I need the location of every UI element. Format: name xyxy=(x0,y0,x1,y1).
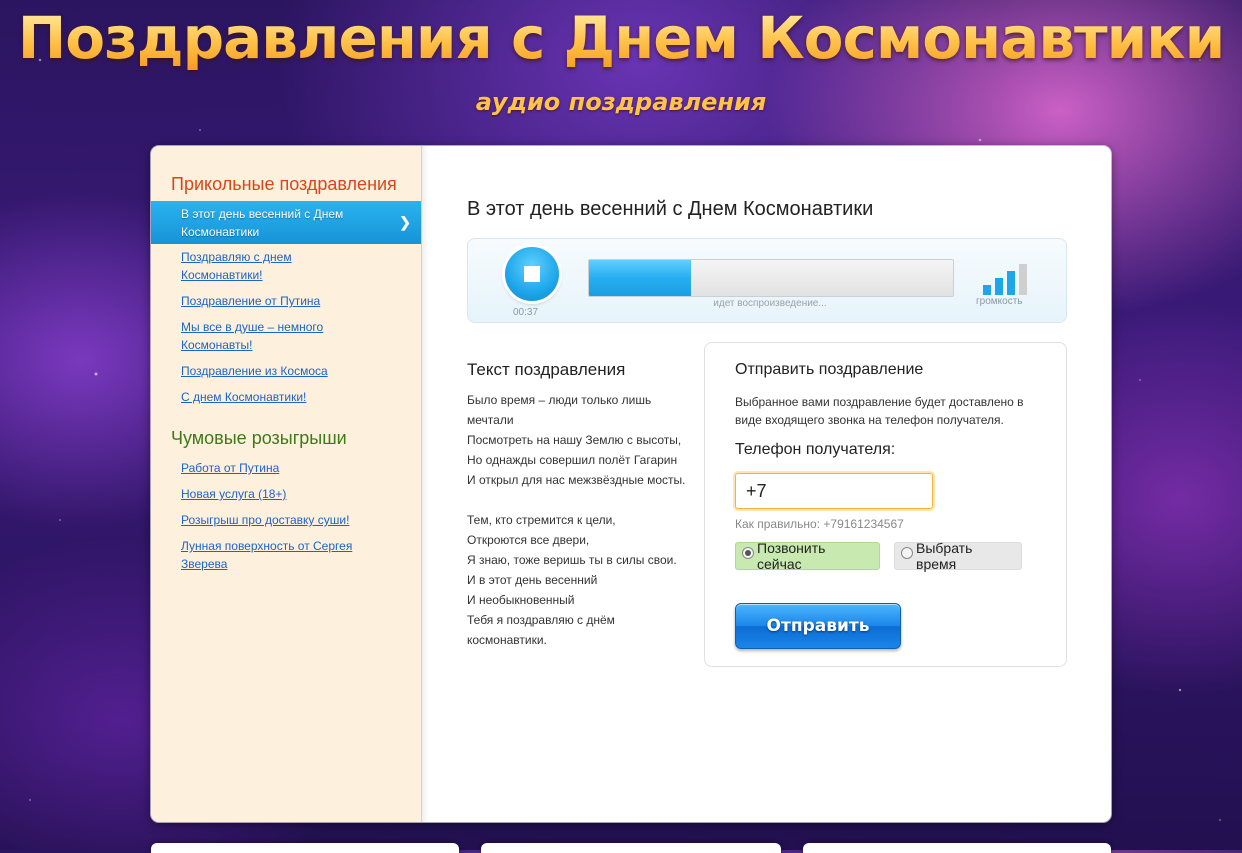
site-subtitle: аудио поздравления xyxy=(475,88,767,116)
sidebar-link[interactable]: Мы все в душе – немного Космонавты! xyxy=(181,320,323,352)
call-now-option[interactable]: Позвонить сейчас xyxy=(735,540,880,572)
audio-player: 00:37 идет воспроизведение... громкость xyxy=(467,238,1067,323)
lyrics-line: И необыкновенный xyxy=(467,593,575,607)
sidebar-link[interactable]: Поздравляю с днем Космонавтики! xyxy=(181,250,292,282)
submit-button[interactable]: Отправить xyxy=(735,603,901,649)
chevron-right-icon: ❯ xyxy=(399,214,411,230)
site-title: Поздравления с Днем Космонавтики xyxy=(0,4,1242,72)
sidebar-item[interactable]: Розыгрыш про доставку суши! xyxy=(151,507,421,533)
sidebar-item[interactable]: Новая услуга (18+) xyxy=(151,481,421,507)
volume-bar xyxy=(1007,271,1015,295)
phone-input[interactable] xyxy=(735,473,933,509)
lyrics-line: И в этот день весенний xyxy=(467,573,598,587)
sidebar-item[interactable]: Работа от Путина xyxy=(151,455,421,481)
sidebar-link[interactable]: Поздравление из Космоса xyxy=(181,364,328,378)
footer-tab xyxy=(481,843,781,853)
progress-fill xyxy=(589,260,691,296)
sidebar-list-pranks: Работа от Путина Новая услуга (18+) Розы… xyxy=(151,455,421,577)
volume-bar xyxy=(983,285,991,295)
sidebar-link[interactable]: С днем Космонавтики! xyxy=(181,390,306,404)
radio-icon xyxy=(742,547,754,559)
lyrics-heading: Текст поздравления xyxy=(467,360,626,379)
sidebar: Прикольные поздравления В этот день весе… xyxy=(151,146,429,822)
progress-bar[interactable] xyxy=(588,259,954,297)
stanza-gap xyxy=(467,490,697,510)
phone-hint: Как правильно: +79161234567 xyxy=(735,517,904,531)
sidebar-list-funny: В этот день весенний с Днем Космонавтики… xyxy=(151,201,421,410)
lyrics-line: Откроются все двери, xyxy=(467,533,590,547)
footer-tab xyxy=(151,843,459,853)
main-content: В этот день весенний с Днем Космонавтики… xyxy=(467,146,1067,822)
sidebar-link[interactable]: Работа от Путина xyxy=(181,461,279,475)
sidebar-link[interactable]: Новая услуга (18+) xyxy=(181,487,286,501)
playback-status: идет воспроизведение... xyxy=(713,298,827,309)
lyrics-line: И открыл для нас межзвёздные мосты. xyxy=(467,473,686,487)
content-panel: Прикольные поздравления В этот день весе… xyxy=(151,146,1111,822)
sidebar-item-active[interactable]: В этот день весенний с Днем Космонавтики… xyxy=(151,201,421,244)
volume-bar xyxy=(1019,264,1027,295)
sidebar-item[interactable]: Лунная поверхность от Сергея Зверева xyxy=(151,533,421,577)
sidebar-heading-funny: Прикольные поздравления xyxy=(171,174,397,194)
stop-icon xyxy=(524,266,540,282)
schedule-option[interactable]: Выбрать время xyxy=(894,540,1022,572)
radio-icon xyxy=(901,547,913,559)
lyrics-line: Тебя я поздравляю с днём космонавтики. xyxy=(467,613,615,647)
schedule-label: Выбрать время xyxy=(916,540,973,572)
phone-label: Телефон получателя: xyxy=(735,441,896,458)
sidebar-item[interactable]: С днем Космонавтики! xyxy=(151,384,421,410)
sidebar-link[interactable]: Лунная поверхность от Сергея Зверева xyxy=(181,539,352,571)
sidebar-link[interactable]: В этот день весенний с Днем Космонавтики xyxy=(181,207,343,239)
sidebar-item[interactable]: Поздравление от Путина xyxy=(151,288,421,314)
send-description: Выбранное вами поздравление будет достав… xyxy=(735,395,1024,427)
volume-control[interactable] xyxy=(983,261,1029,295)
playback-time: 00:37 xyxy=(513,307,539,318)
lyrics-text: Было время – люди только лишь мечтали По… xyxy=(467,390,697,650)
sidebar-link[interactable]: Розыгрыш про доставку суши! xyxy=(181,513,349,527)
lyrics-line: Было время – люди только лишь мечтали xyxy=(467,393,652,427)
lyrics-line: Тем, кто стремится к цели, xyxy=(467,513,616,527)
volume-label: громкость xyxy=(976,296,1023,307)
call-now-label: Позвонить сейчас xyxy=(757,540,826,572)
lyrics-line: Посмотреть на нашу Землю с высоты, xyxy=(467,433,682,447)
sidebar-item[interactable]: Мы все в душе – немного Космонавты! xyxy=(151,314,421,358)
volume-bar xyxy=(995,278,1003,295)
send-heading: Отправить поздравление xyxy=(735,361,924,378)
sidebar-link[interactable]: Поздравление от Путина xyxy=(181,294,320,308)
footer-tab xyxy=(803,843,1111,853)
sidebar-item[interactable]: Поздравляю с днем Космонавтики! xyxy=(151,244,421,288)
lyrics-line: Но однажды совершил полёт Гагарин xyxy=(467,453,678,467)
send-form: Отправить поздравление Выбранное вами по… xyxy=(704,342,1067,667)
sidebar-heading-pranks: Чумовые розыгрыши xyxy=(171,428,347,448)
page-title: В этот день весенний с Днем Космонавтики xyxy=(467,198,874,220)
stop-button[interactable] xyxy=(505,247,559,301)
lyrics-line: Я знаю, тоже веришь ты в силы свои. xyxy=(467,553,677,567)
sidebar-item[interactable]: Поздравление из Космоса xyxy=(151,358,421,384)
